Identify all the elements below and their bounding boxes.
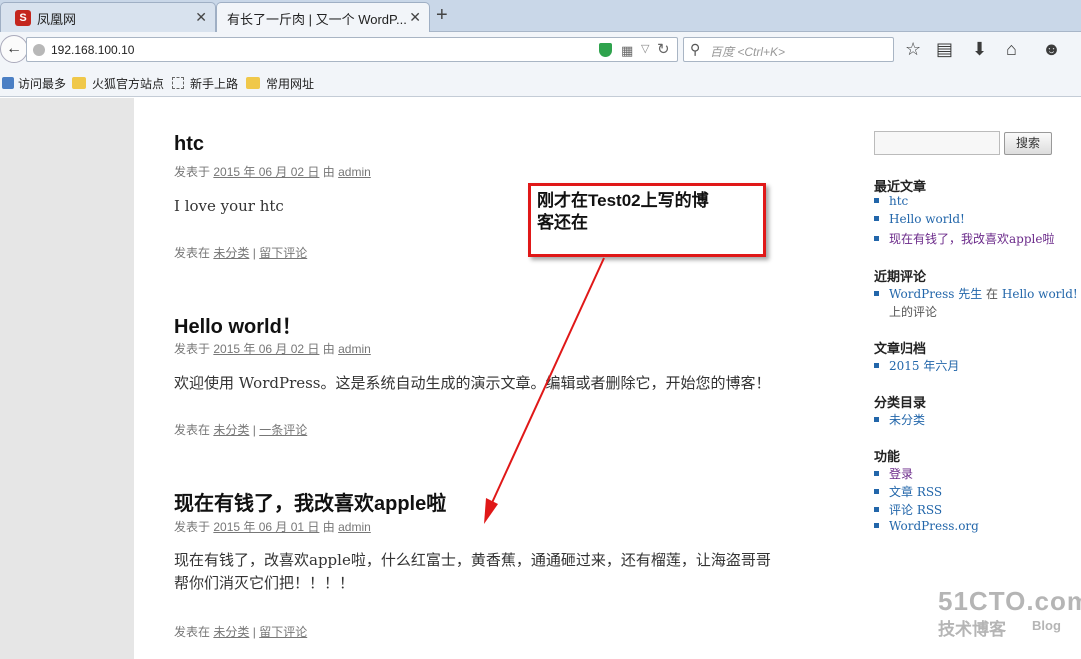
tab-strip: S 凤凰网 ✕ 有长了一斤肉 | 又一个 WordP... ✕ + [0, 0, 1081, 32]
author-link[interactable]: admin [338, 165, 371, 179]
bookmark-common-sites[interactable]: 常用网址 [246, 75, 314, 92]
bookmark-firefox-official[interactable]: 火狐官方站点 [72, 75, 164, 92]
globe-icon [33, 44, 45, 56]
category-link[interactable]: 未分类 [874, 411, 925, 428]
meta-link-posts-rss[interactable]: 文章 RSS [874, 483, 942, 500]
recent-comment-suffix: 上的评论 [889, 305, 938, 319]
recent-post-link[interactable]: htc [874, 194, 908, 208]
bookmark-getting-started[interactable]: 新手上路 [172, 75, 238, 92]
comment-link[interactable]: 一条评论 [259, 423, 307, 437]
comment-author-link[interactable]: WordPress 先生 [889, 287, 982, 301]
sidebar-search-button[interactable]: 搜索 [1004, 132, 1052, 155]
annotation-line: 客还在 [537, 213, 588, 232]
navigation-bar: ← 192.168.100.10 ▦ ▽ ↻ ⚲ 百度 <Ctrl+K> ☆ ▤… [0, 32, 1081, 68]
search-placeholder[interactable]: 百度 <Ctrl+K> [710, 43, 785, 60]
category-link[interactable]: 未分类 [213, 625, 249, 639]
post-body: 欢迎使用 WordPress。这是系统自动生成的演示文章。编辑或者删除它，开始您… [174, 374, 771, 392]
author-link[interactable]: admin [338, 342, 371, 356]
smiley-icon[interactable]: ☻ [1042, 39, 1061, 59]
fenghuang-favicon-icon: S [15, 10, 31, 26]
tab-wordpress[interactable]: 有长了一斤肉 | 又一个 WordP... ✕ [216, 2, 430, 32]
reading-list-icon[interactable]: ▤ [936, 39, 953, 59]
bookmarks-toolbar: 访问最多 火狐官方站点 新手上路 常用网址 [0, 68, 1081, 97]
comment-post-link[interactable]: Hello world! [1002, 287, 1078, 301]
shield-icon[interactable] [599, 43, 612, 57]
tab-label: 有长了一斤肉 | 又一个 WordP... [227, 12, 407, 27]
bookmark-most-visited[interactable]: 访问最多 [2, 75, 66, 92]
reload-icon[interactable]: ↻ [657, 40, 670, 58]
folder-icon [246, 77, 260, 89]
widget-title-meta: 功能 [874, 449, 901, 464]
page-icon [172, 77, 184, 89]
post-footer: 发表在 未分类 | 留下评论 [174, 246, 308, 260]
post-date-link[interactable]: 2015 年 06 月 02 日 [213, 342, 319, 356]
post-body: 现在有钱了，改喜欢apple啦，什么红富士，黄香蕉，通通砸过来，还有榴莲，让海盗… [174, 549, 771, 595]
search-bar[interactable]: ⚲ 百度 <Ctrl+K> [683, 37, 894, 62]
post-date-link[interactable]: 2015 年 06 月 01 日 [213, 520, 319, 534]
tab-label: 凤凰网 [37, 12, 77, 27]
comment-link[interactable]: 留下评论 [259, 246, 307, 260]
watermark-51cto: 51CTO.com 技术博客 Blog [938, 586, 1081, 639]
category-link[interactable]: 未分类 [213, 246, 249, 260]
post-body: I love your htc [174, 197, 284, 215]
post-meta: 发表于 2015 年 06 月 02 日 由 admin [174, 165, 371, 179]
post-title[interactable]: 现在有钱了，我改喜欢apple啦 [174, 487, 446, 516]
recent-comment-item: WordPress 先生 在 Hello world! [874, 285, 1078, 302]
meta-link-wordpress-org[interactable]: WordPress.org [874, 519, 979, 533]
new-tab-plus-icon[interactable]: + [436, 5, 448, 25]
post-footer: 发表在 未分类 | 留下评论 [174, 625, 308, 639]
widget-title-categories: 分类目录 [874, 395, 927, 410]
meta-link-comments-rss[interactable]: 评论 RSS [874, 501, 942, 518]
qr-code-icon[interactable]: ▦ [621, 43, 633, 59]
close-tab-icon[interactable]: ✕ [195, 9, 207, 26]
post-meta: 发表于 2015 年 06 月 01 日 由 admin [174, 520, 371, 534]
download-arrow-icon[interactable]: ⬇ [972, 39, 987, 59]
widget-title-recent-comments: 近期评论 [874, 269, 927, 284]
author-link[interactable]: admin [338, 520, 371, 534]
post-body-line: 帮你们消灭它们把！！！！ [174, 574, 355, 592]
post-title[interactable]: htc [174, 133, 204, 156]
search-icon: ⚲ [690, 41, 701, 57]
widget-title-archives: 文章归档 [874, 341, 927, 356]
post-meta: 发表于 2015 年 06 月 02 日 由 admin [174, 342, 371, 356]
home-icon[interactable]: ⌂ [1006, 39, 1017, 59]
annotation-line: 刚才在Test02上写的博 [537, 191, 709, 210]
category-link[interactable]: 未分类 [213, 423, 249, 437]
post-title[interactable]: Hello world！ [174, 310, 302, 339]
page-background-left [0, 98, 134, 659]
folder-icon [72, 77, 86, 89]
dropdown-arrow-icon[interactable]: ▽ [641, 42, 649, 55]
most-visited-icon [2, 77, 14, 89]
star-bookmark-icon[interactable]: ☆ [905, 39, 921, 59]
meta-link-login[interactable]: 登录 [874, 465, 913, 482]
post-body-line: 现在有钱了，改喜欢apple啦，什么红富士，黄香蕉，通通砸过来，还有榴莲，让海盗… [174, 551, 771, 569]
post-footer: 发表在 未分类 | 一条评论 [174, 423, 308, 437]
address-bar[interactable]: 192.168.100.10 ▦ ▽ ↻ [26, 37, 678, 62]
tab-fenghuang[interactable]: S 凤凰网 ✕ [0, 2, 216, 32]
back-arrow-icon[interactable]: ← [0, 35, 28, 63]
url-text[interactable]: 192.168.100.10 [51, 43, 134, 57]
comment-link[interactable]: 留下评论 [259, 625, 307, 639]
widget-title-recent-posts: 最近文章 [874, 179, 927, 194]
archive-link[interactable]: 2015 年六月 [874, 357, 959, 374]
recent-post-link[interactable]: Hello world! [874, 212, 965, 226]
sidebar-search-input[interactable] [874, 131, 1000, 155]
recent-post-link[interactable]: 现在有钱了，我改喜欢apple啦 [874, 230, 1054, 247]
close-tab-icon[interactable]: ✕ [409, 9, 421, 26]
annotation-callout: 刚才在Test02上写的博 客还在 [528, 183, 766, 257]
post-date-link[interactable]: 2015 年 06 月 02 日 [213, 165, 319, 179]
